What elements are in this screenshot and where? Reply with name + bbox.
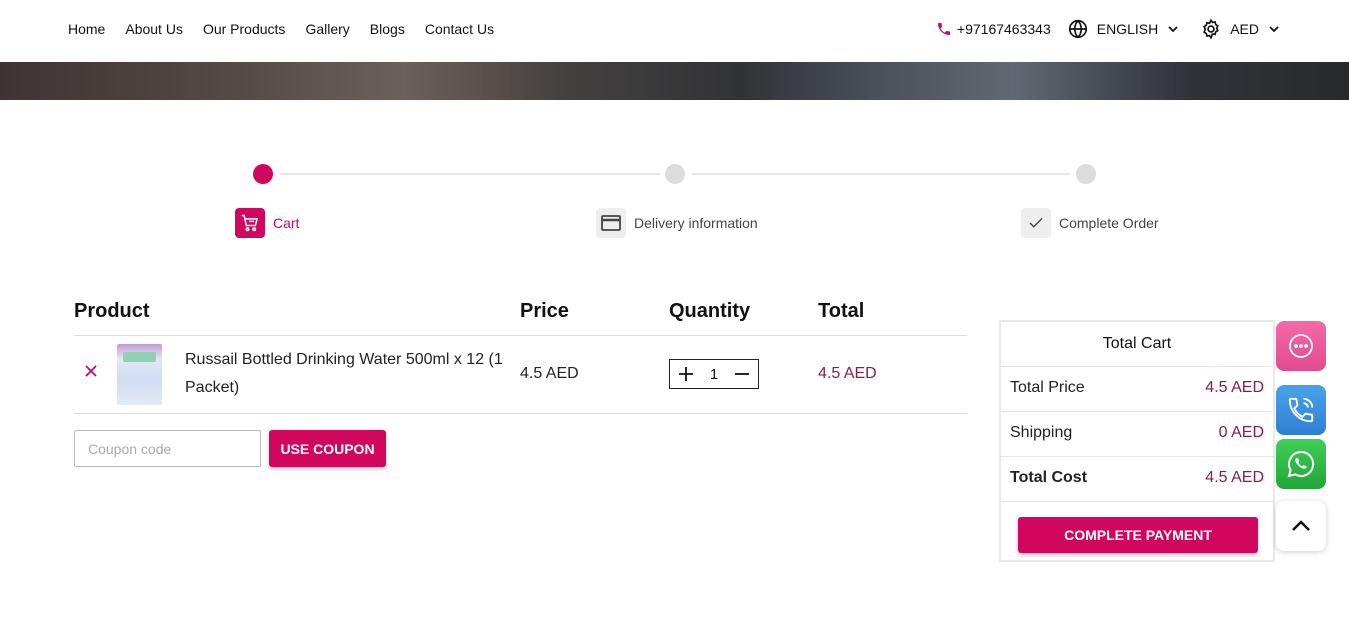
card-icon [596, 208, 626, 238]
table-row: Russail Bottled Drinking Water 500ml x 1… [74, 336, 967, 414]
call-button[interactable] [1276, 385, 1326, 435]
chevron-up-icon [1292, 520, 1310, 531]
nav-gallery[interactable]: Gallery [305, 21, 349, 37]
shipping-value: 0 AED [1218, 424, 1264, 441]
shipping-label: Shipping [1010, 424, 1073, 441]
table-header: Product Price Quantity Total [74, 296, 967, 336]
nav-contact[interactable]: Contact Us [425, 21, 494, 37]
whatsapp-icon [1287, 450, 1315, 478]
col-quantity: Quantity [669, 300, 751, 322]
chevron-down-icon [1168, 26, 1178, 33]
plus-icon[interactable] [678, 366, 694, 382]
cart-icon [235, 208, 265, 238]
minus-icon[interactable] [734, 366, 750, 382]
globe-icon [1068, 19, 1087, 39]
col-product: Product [74, 300, 150, 322]
nav-about[interactable]: About Us [125, 21, 183, 37]
col-total: Total [818, 300, 865, 322]
coupon-input[interactable] [74, 430, 261, 467]
phone-call-icon [1288, 397, 1314, 423]
step-cart[interactable]: Cart [235, 208, 299, 238]
header-utilities: +97167463343 ENGLISH AED [936, 18, 1279, 40]
product-name[interactable]: Russail Bottled Drinking Water 500ml x 1… [185, 346, 505, 402]
totals-row-cost: Total Cost 4.5 AED [1001, 457, 1273, 502]
hero-banner-image [0, 62, 1349, 100]
product-total: 4.5 AED [818, 365, 877, 382]
use-coupon-button[interactable]: USE COUPON [269, 430, 386, 467]
cart-table: Product Price Quantity Total Russail Bot… [74, 296, 967, 414]
chevron-down-icon [1269, 26, 1279, 33]
whatsapp-button[interactable] [1276, 439, 1326, 489]
complete-payment-button[interactable]: COMPLETE PAYMENT [1018, 517, 1258, 553]
total-cost-label: Total Cost [1010, 469, 1088, 486]
total-cost-value: 4.5 AED [1205, 469, 1264, 486]
check-icon [1021, 208, 1051, 238]
phone-icon [937, 23, 950, 35]
nav-home[interactable]: Home [68, 21, 105, 37]
currency-selector[interactable]: AED [1200, 18, 1279, 40]
totals-row-price: Total Price 4.5 AED [1001, 367, 1273, 412]
totals-row-shipping: Shipping 0 AED [1001, 412, 1273, 457]
currency-label: AED [1230, 21, 1259, 37]
step-complete[interactable]: Complete Order [1021, 208, 1159, 238]
step-connector [692, 173, 1070, 175]
chat-button[interactable] [1276, 321, 1326, 371]
total-price-label: Total Price [1010, 379, 1085, 396]
cart-totals-panel: Total Cart Total Price 4.5 AED Shipping … [999, 320, 1275, 562]
totals-title: Total Cart [1001, 322, 1273, 367]
quantity-stepper: 1 [669, 359, 759, 389]
step-delivery-label: Delivery information [634, 215, 758, 231]
step-dot-complete [1076, 164, 1096, 184]
step-dot-cart [253, 164, 273, 184]
total-price-value: 4.5 AED [1205, 379, 1264, 396]
nav-blogs[interactable]: Blogs [370, 21, 405, 37]
product-price: 4.5 AED [520, 365, 579, 382]
main-nav: Home About Us Our Products Gallery Blogs… [68, 21, 494, 37]
step-dot-delivery [665, 164, 685, 184]
step-complete-label: Complete Order [1059, 215, 1159, 231]
phone-number: +97167463343 [956, 21, 1051, 37]
language-selector[interactable]: ENGLISH [1067, 18, 1178, 40]
remove-item-icon[interactable] [84, 364, 98, 378]
scroll-to-top-button[interactable] [1276, 501, 1326, 551]
step-delivery[interactable]: Delivery information [596, 208, 758, 238]
phone-link[interactable]: +97167463343 [936, 21, 1051, 37]
language-label: ENGLISH [1096, 21, 1159, 37]
gear-icon [1203, 18, 1220, 40]
step-cart-label: Cart [273, 215, 300, 231]
nav-products[interactable]: Our Products [203, 21, 285, 37]
col-price: Price [520, 300, 569, 322]
product-thumbnail[interactable] [117, 344, 162, 405]
step-connector [280, 173, 660, 175]
site-header: Home About Us Our Products Gallery Blogs… [0, 0, 1349, 62]
chat-bubble-icon [1289, 334, 1313, 358]
quantity-value: 1 [709, 365, 719, 383]
